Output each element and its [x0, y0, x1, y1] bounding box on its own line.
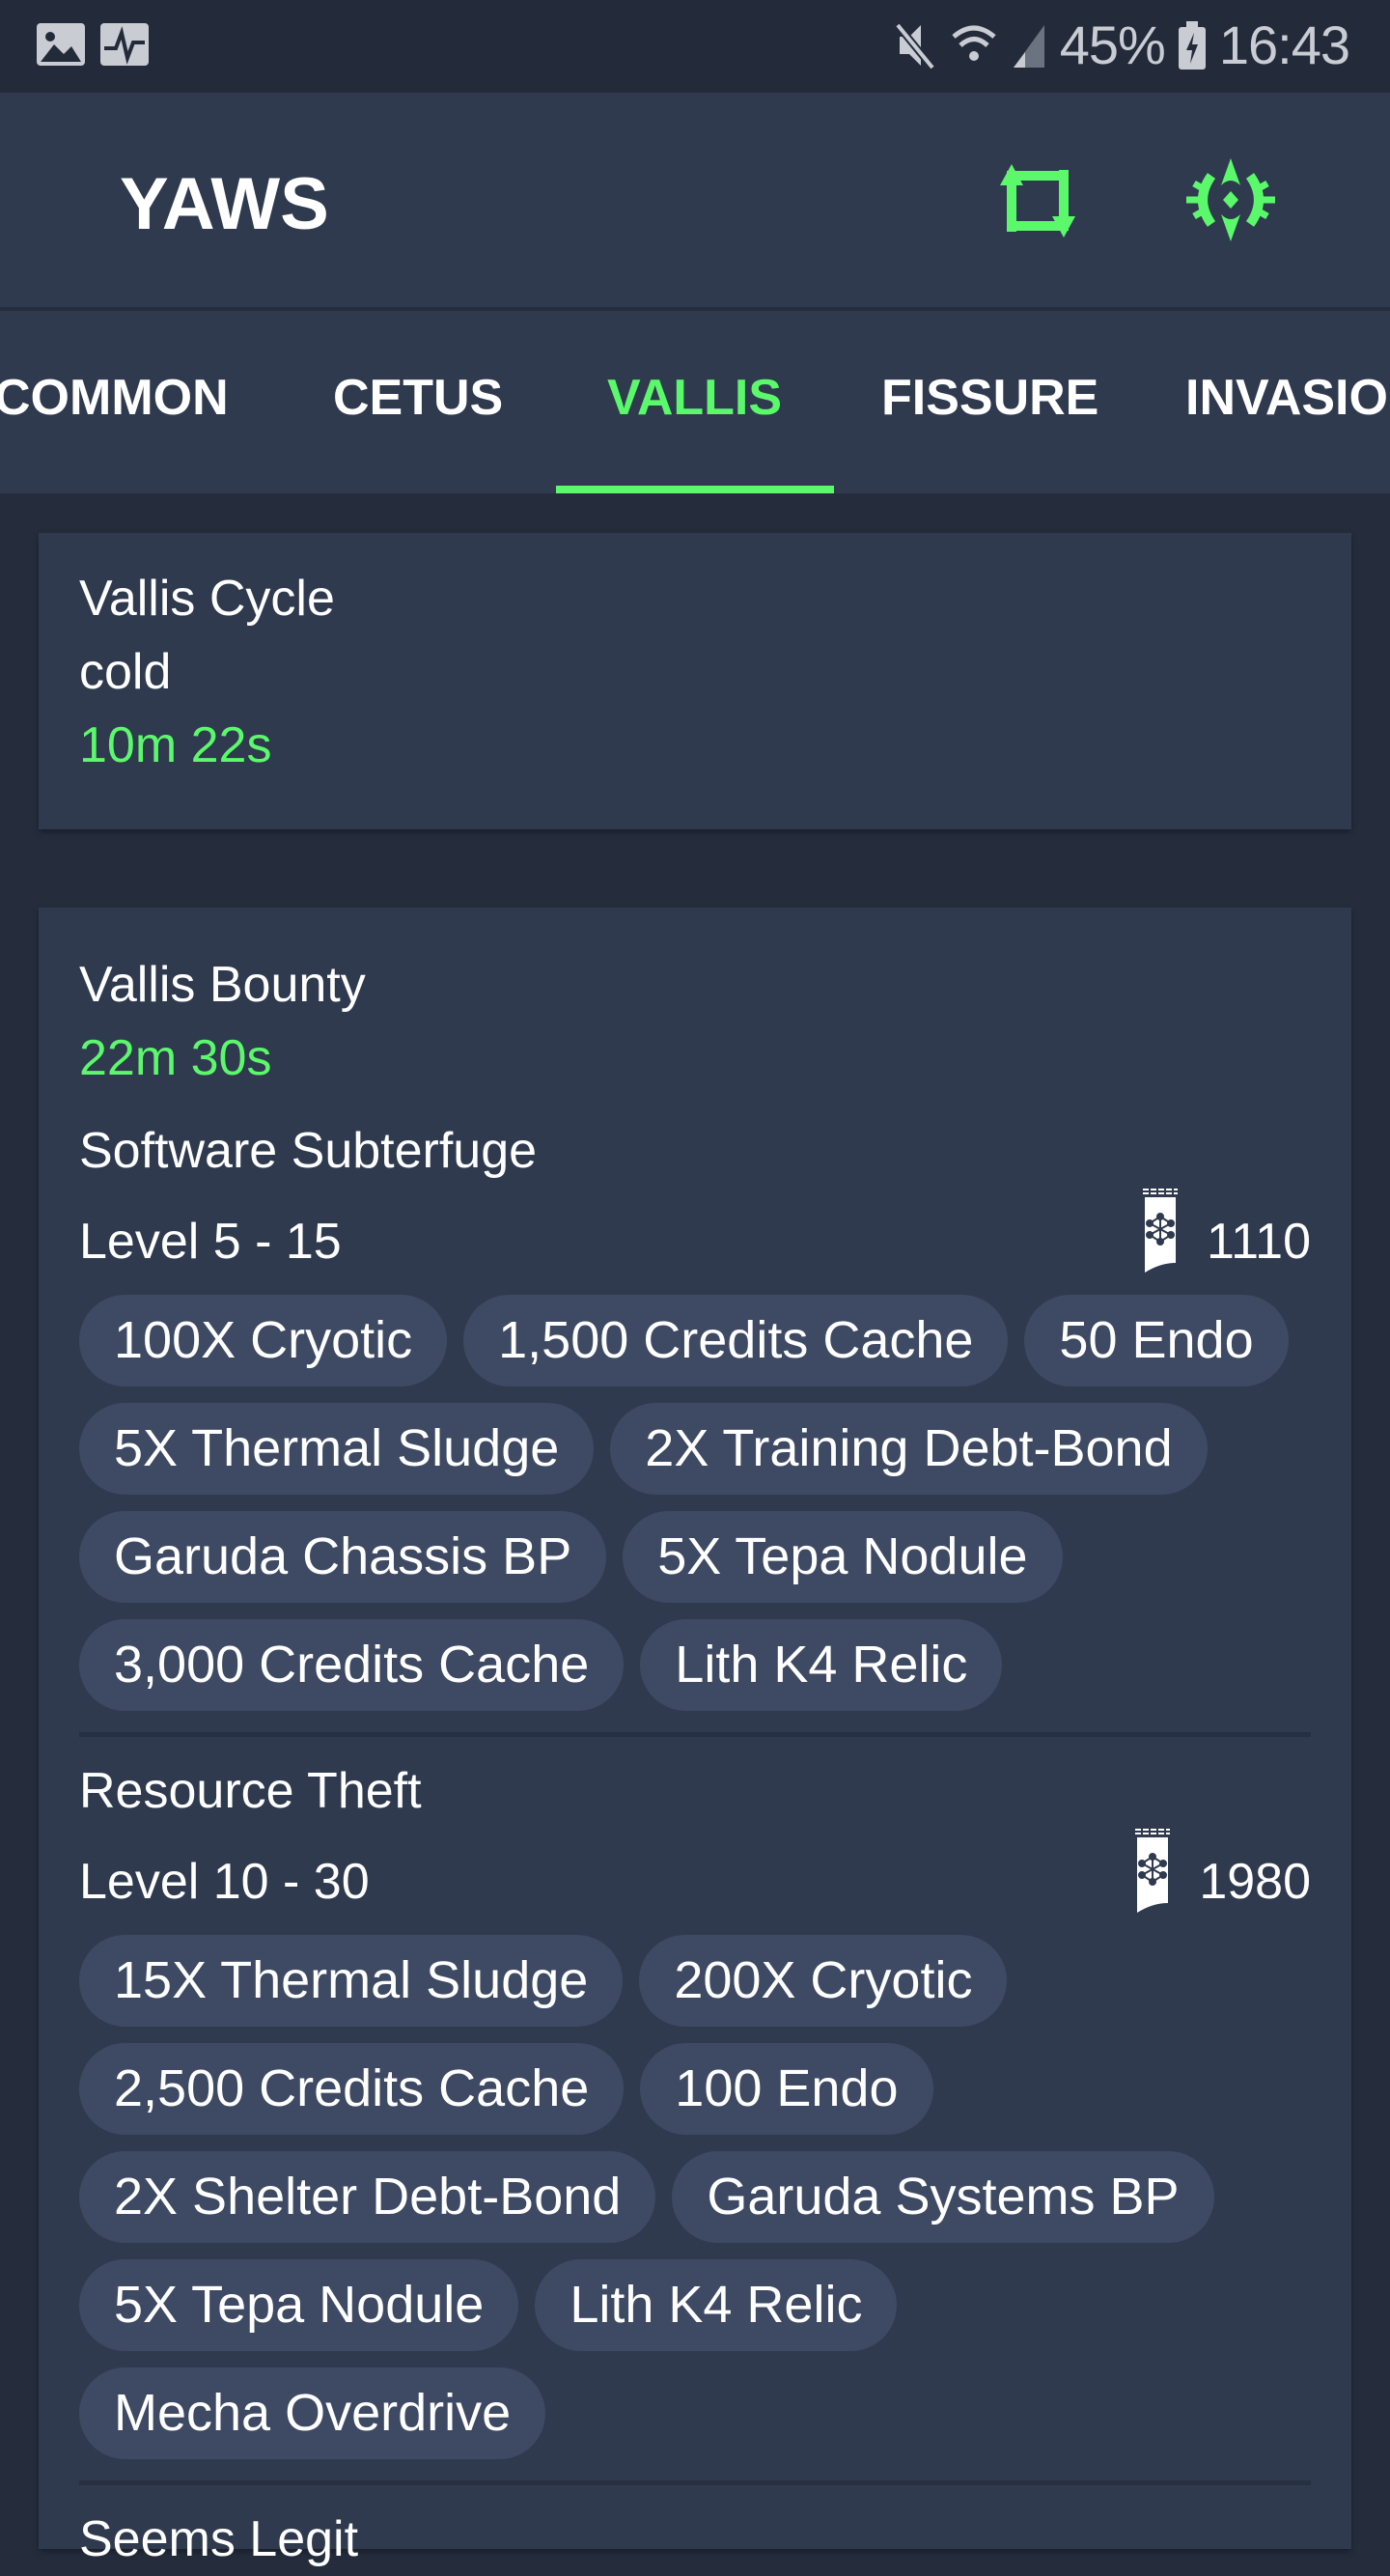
clock: 16:43: [1218, 14, 1350, 75]
reward-chip: 5X Thermal Sludge: [79, 1403, 595, 1495]
bounty-job: Resource Theft Level 10 - 30 1980 15X Therm…: [79, 1754, 1311, 2485]
reward-chip: 2X Training Debt-Bond: [610, 1403, 1208, 1495]
standing-value: 1980: [1199, 1853, 1311, 1910]
app-title: YAWS: [120, 163, 329, 245]
standing-value: 1110: [1207, 1213, 1311, 1270]
tab-cetus[interactable]: CETUS: [333, 369, 503, 427]
job-name: Resource Theft: [79, 1763, 422, 1819]
job-name: Seems Legit: [79, 2511, 359, 2567]
bounty-job: Software Subterfuge Level 5 - 15 1110 100X …: [79, 1114, 1311, 1737]
divider: [79, 2480, 1311, 2485]
settings-emblem-icon[interactable]: [1182, 156, 1279, 243]
reward-list: 15X Thermal Sludge 200X Cryotic 2,500 Cred…: [79, 1935, 1311, 2459]
job-level: Level 10 - 30: [79, 1853, 370, 1910]
reward-chip: 15X Thermal Sludge: [79, 1935, 624, 2027]
reward-chip: 100 Endo: [640, 2043, 933, 2135]
active-tab-indicator: [556, 486, 834, 493]
app-bar: YAWS: [0, 93, 1390, 307]
vallis-bounty-card: Vallis Bounty 22m 30s Software Subterfug…: [39, 908, 1351, 2567]
reward-chip: 2X Shelter Debt-Bond: [79, 2151, 656, 2243]
reward-chip: Lith K4 Relic: [640, 1619, 1003, 1711]
tab-invasion[interactable]: INVASIO: [1185, 369, 1388, 427]
status-bar: 45% 16:43: [0, 0, 1390, 93]
reward-chip: 3,000 Credits Cache: [79, 1619, 625, 1711]
reward-chip: 1,500 Credits Cache: [463, 1295, 1009, 1386]
tab-bar: COMMON CETUS VALLIS FISSURE INVASIO: [0, 311, 1390, 493]
cycle-title: Vallis Cycle: [79, 571, 335, 627]
reward-chip: Garuda Chassis BP: [79, 1511, 607, 1603]
reward-chip: 5X Tepa Nodule: [623, 1511, 1063, 1603]
cycle-timer: 10m 22s: [79, 717, 272, 773]
reward-chip: 200X Cryotic: [639, 1935, 1008, 2027]
bounty-job: Seems Legit: [79, 2503, 1311, 2576]
reward-list: 100X Cryotic 1,500 Credits Cache 50 Endo 5X…: [79, 1295, 1311, 1711]
mute-icon: [894, 21, 935, 70]
wifi-icon: [952, 25, 996, 61]
divider: [79, 1732, 1311, 1737]
bounty-title: Vallis Bounty: [79, 957, 366, 1013]
reward-chip: Lith K4 Relic: [535, 2259, 898, 2351]
reward-chip: 5X Tepa Nodule: [79, 2259, 519, 2351]
refresh-icon[interactable]: [994, 156, 1091, 243]
standing-banner-icon: [1133, 1828, 1172, 1935]
reward-chip: Garuda Systems BP: [672, 2151, 1214, 2243]
reward-chip: 2,500 Credits Cache: [79, 2043, 625, 2135]
battery-percent: 45%: [1059, 14, 1166, 75]
tab-vallis[interactable]: VALLIS: [607, 369, 782, 427]
tab-fissure[interactable]: FISSURE: [881, 369, 1098, 427]
tab-common[interactable]: COMMON: [0, 369, 229, 427]
gallery-icon: [37, 23, 85, 66]
vallis-cycle-card: Vallis Cycle cold 10m 22s: [39, 533, 1351, 829]
job-level: Level 5 - 15: [79, 1213, 342, 1270]
reward-chip: 50 Endo: [1024, 1295, 1289, 1386]
activity-icon: [100, 23, 149, 66]
cycle-state: cold: [79, 644, 172, 700]
bounty-timer: 22m 30s: [79, 1030, 272, 1086]
standing-banner-icon: [1141, 1188, 1180, 1295]
battery-charging-icon: [1178, 20, 1206, 70]
reward-chip: 100X Cryotic: [79, 1295, 448, 1386]
reward-chip: Mecha Overdrive: [79, 2367, 546, 2459]
job-name: Software Subterfuge: [79, 1123, 538, 1179]
signal-icon: [1013, 24, 1044, 68]
